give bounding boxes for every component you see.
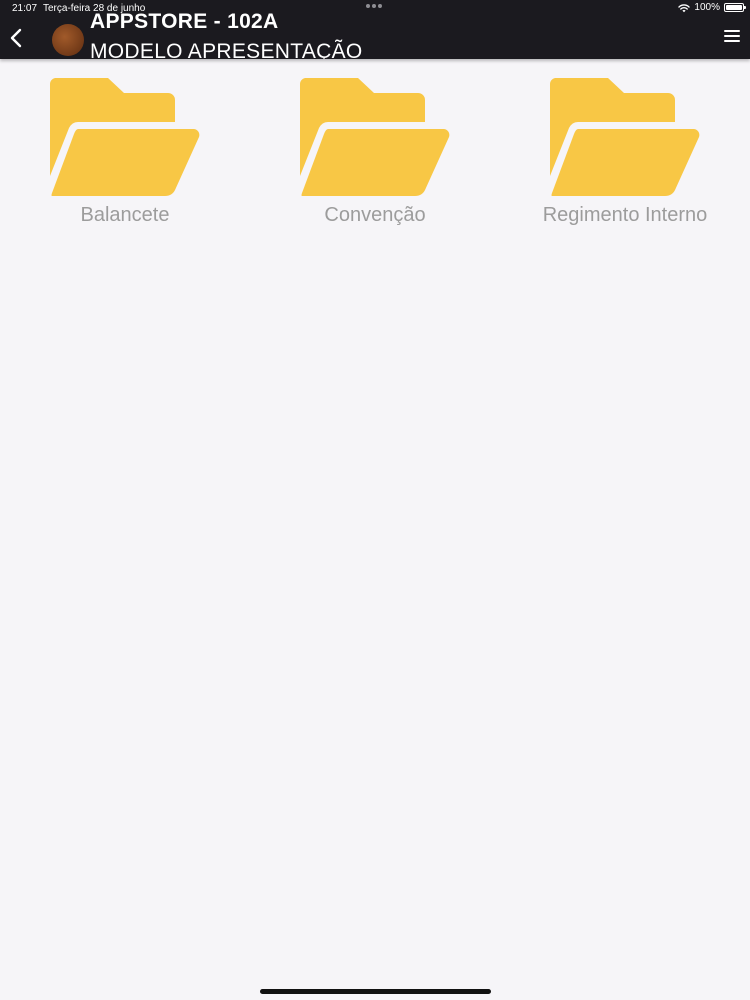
hamburger-menu-icon (724, 30, 740, 42)
folder-open-icon (49, 78, 200, 196)
home-indicator[interactable] (260, 989, 491, 994)
folder-label: Convenção (324, 204, 426, 226)
avatar (52, 24, 84, 56)
top-bar: 21:07 Terça-feira 28 de junho 100% APPST… (0, 0, 750, 59)
status-time: 21:07 (12, 3, 38, 14)
status-right-group: 100% (678, 2, 746, 13)
folder-open-icon (299, 78, 450, 196)
folder-item-convencao[interactable]: Convenção (250, 76, 500, 227)
page-subtitle: MODELO APRESENTAÇÃO (90, 40, 363, 59)
wifi-icon (678, 3, 691, 12)
folder-label: Balancete (80, 204, 170, 226)
chevron-left-icon (10, 28, 22, 48)
folder-item-regimento-interno[interactable]: Regimento Interno (500, 76, 750, 227)
back-button[interactable] (6, 26, 28, 50)
folder-label: Regimento Interno (542, 204, 708, 226)
folder-item-balancete[interactable]: Balancete (0, 76, 250, 227)
menu-button[interactable] (724, 30, 740, 44)
app-screen: 21:07 Terça-feira 28 de junho 100% APPST… (0, 0, 750, 1000)
multitasking-dots-icon[interactable] (366, 4, 382, 8)
battery-icon (724, 3, 746, 12)
battery-percentage: 100% (694, 2, 720, 13)
battery-fill (726, 5, 742, 10)
folder-grid: Balancete Convenção Regimento Interno (0, 76, 750, 227)
page-title: APPSTORE - 102A (90, 10, 279, 33)
folder-open-icon (549, 78, 700, 196)
